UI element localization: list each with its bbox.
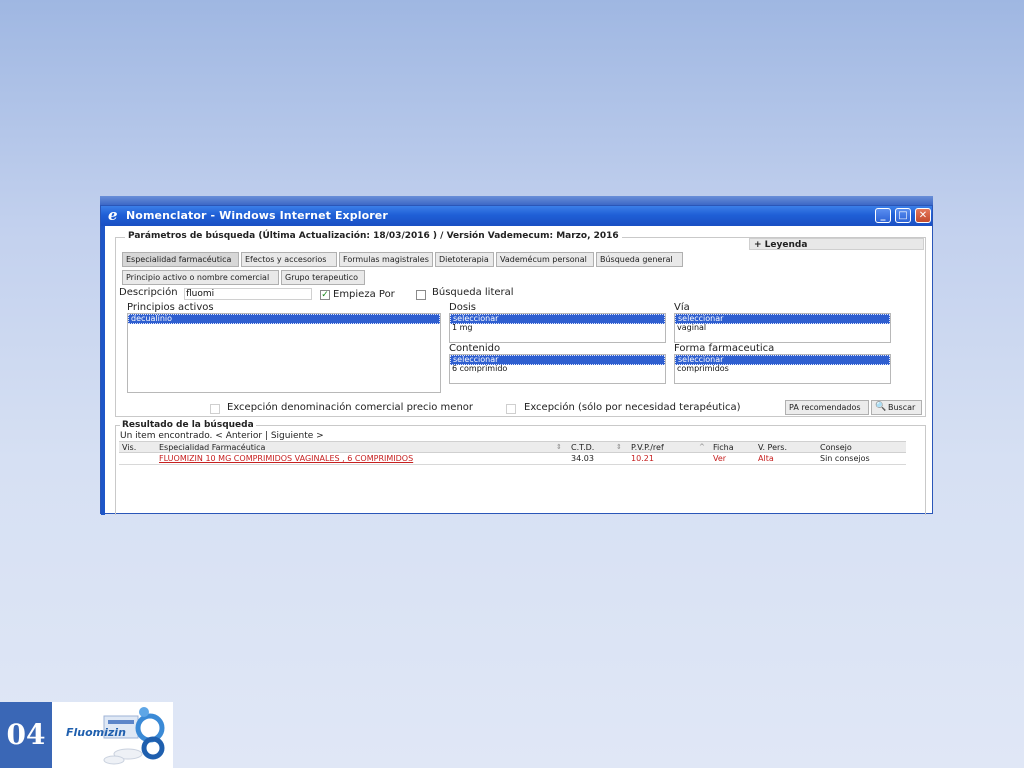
busqueda-literal-label: Búsqueda literal bbox=[432, 287, 514, 298]
list-item[interactable]: seleccionar bbox=[450, 314, 665, 324]
window-left-border bbox=[101, 226, 105, 515]
tab-formulas[interactable]: Formulas magistrales bbox=[339, 252, 433, 267]
ficha-link[interactable]: Ver bbox=[713, 453, 726, 464]
excepcion-terapeutica-checkbox[interactable] bbox=[506, 404, 516, 414]
dosis-label: Dosis bbox=[449, 302, 477, 313]
excepcion-precio-checkbox[interactable] bbox=[210, 404, 220, 414]
prev-link[interactable]: < Anterior bbox=[215, 431, 262, 441]
busqueda-literal-checkbox[interactable] bbox=[416, 290, 426, 300]
ie-logo-icon: e bbox=[108, 206, 118, 224]
forma-label: Forma farmaceutica bbox=[674, 343, 775, 354]
pvp-value: 10.21 bbox=[631, 454, 654, 463]
especialidad-link[interactable]: FLUOMIZIN 10 MG COMPRIMIDOS VAGINALES , … bbox=[159, 453, 413, 464]
tab-grupo-terapeutico[interactable]: Grupo terapeutico bbox=[281, 270, 365, 285]
via-label: Vía bbox=[674, 302, 690, 313]
sort-asc-icon[interactable]: ^ bbox=[699, 442, 705, 453]
col-vpers[interactable]: V. Pers. bbox=[758, 442, 787, 453]
descripcion-input[interactable]: fluomi bbox=[184, 288, 312, 300]
found-text: Un item encontrado. bbox=[120, 431, 213, 441]
search-icon: 🔍 bbox=[875, 402, 887, 412]
maximize-button[interactable]: □ bbox=[895, 208, 911, 223]
list-item[interactable]: vaginal bbox=[675, 324, 890, 333]
contenido-list[interactable]: seleccionar 6 comprimido bbox=[449, 354, 666, 384]
principios-activos-list[interactable]: decualinio bbox=[127, 313, 441, 393]
vpers-link[interactable]: Alta bbox=[758, 453, 774, 464]
list-item[interactable]: 1 mg bbox=[450, 324, 665, 333]
sort-icon[interactable]: ⇕ bbox=[556, 442, 562, 453]
dosis-list[interactable]: seleccionar 1 mg bbox=[449, 313, 666, 343]
brand-logo: Fluomizin bbox=[66, 726, 126, 739]
col-consejo[interactable]: Consejo bbox=[820, 442, 852, 453]
col-ctd[interactable]: C.T.D. bbox=[571, 442, 594, 453]
slide-number: 04 bbox=[0, 702, 52, 768]
sort-icon[interactable]: ⇕ bbox=[616, 442, 622, 453]
excepcion-precio-label: Excepción denominación comercial precio … bbox=[227, 402, 474, 413]
close-button[interactable]: ✕ bbox=[915, 208, 931, 223]
col-ficha[interactable]: Ficha bbox=[713, 442, 734, 453]
results-title: Resultado de la búsqueda bbox=[120, 420, 256, 430]
col-vis[interactable]: Vis. bbox=[122, 442, 136, 453]
ie-window: e Nomenclator - Windows Internet Explore… bbox=[100, 205, 933, 515]
tab-principio-activo[interactable]: Principio activo o nombre comercial bbox=[122, 270, 279, 285]
list-item[interactable]: seleccionar bbox=[675, 314, 890, 324]
results-pager: Un item encontrado. < Anterior | Siguien… bbox=[120, 431, 324, 441]
pa-recomendados-button[interactable]: PA recomendados bbox=[785, 400, 869, 415]
col-pvp[interactable]: P.V.P./ref bbox=[631, 442, 664, 453]
consejo-value: Sin consejos bbox=[820, 454, 870, 463]
via-list[interactable]: seleccionar vaginal bbox=[674, 313, 891, 343]
tab-busqueda-general[interactable]: Búsqueda general bbox=[596, 252, 683, 267]
descripcion-label: Descripción bbox=[119, 287, 178, 298]
list-item[interactable]: decualinio bbox=[128, 314, 440, 324]
contenido-label: Contenido bbox=[449, 343, 501, 354]
forma-list[interactable]: seleccionar comprimidos bbox=[674, 354, 891, 384]
buscar-label: Buscar bbox=[888, 403, 916, 412]
tab-vademecum-personal[interactable]: Vademécum personal bbox=[496, 252, 594, 267]
params-legend: Parámetros de búsqueda (Última Actualiza… bbox=[125, 231, 622, 241]
principios-activos-label: Principios activos bbox=[127, 302, 214, 313]
results-header: Vis. Especialidad Farmacéutica ⇕ C.T.D. … bbox=[119, 441, 906, 453]
col-especialidad[interactable]: Especialidad Farmacéutica bbox=[159, 442, 265, 453]
empieza-por-label: Empieza Por bbox=[333, 289, 395, 300]
background-window-titlebar bbox=[100, 196, 933, 205]
tab-dietoterapia[interactable]: Dietoterapia bbox=[435, 252, 494, 267]
window-title: Nomenclator - Windows Internet Explorer bbox=[126, 209, 388, 222]
ctd-value: 34.03 bbox=[571, 454, 594, 463]
excepcion-terapeutica-label: Excepción (sólo por necesidad terapéutic… bbox=[524, 402, 741, 413]
empieza-por-checkbox[interactable]: ✓ bbox=[320, 290, 330, 300]
tab-especialidad[interactable]: Especialidad farmacéutica bbox=[122, 252, 239, 267]
list-item[interactable]: 6 comprimido bbox=[450, 365, 665, 374]
tab-efectos[interactable]: Efectos y accesorios bbox=[241, 252, 337, 267]
table-row[interactable]: FLUOMIZIN 10 MG COMPRIMIDOS VAGINALES , … bbox=[119, 453, 906, 465]
window-titlebar[interactable]: e Nomenclator - Windows Internet Explore… bbox=[101, 206, 932, 226]
pager-separator: | bbox=[264, 431, 268, 441]
buscar-button[interactable]: 🔍 Buscar bbox=[871, 400, 922, 415]
leyenda-toggle[interactable]: + Leyenda bbox=[749, 238, 924, 250]
next-link[interactable]: Siguiente > bbox=[271, 431, 324, 441]
list-item[interactable]: comprimidos bbox=[675, 365, 890, 374]
minimize-button[interactable]: _ bbox=[875, 208, 891, 223]
